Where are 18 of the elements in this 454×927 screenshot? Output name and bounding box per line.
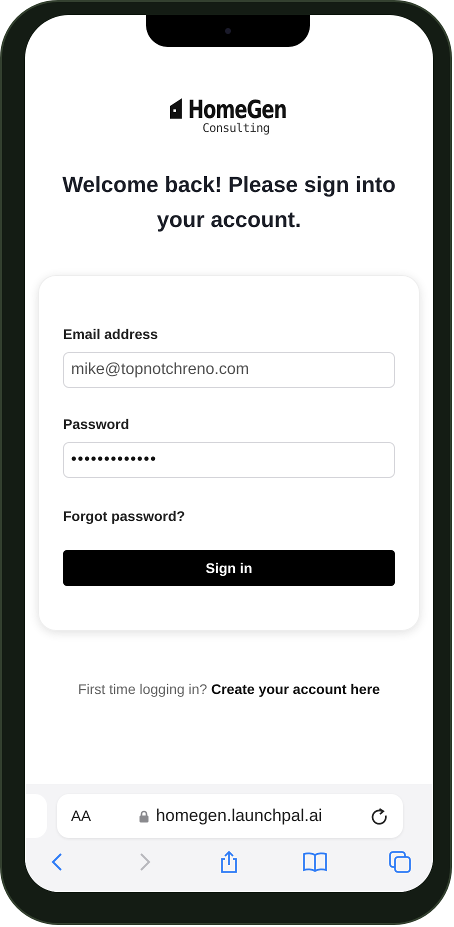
lock-icon <box>138 810 149 822</box>
url-text: homegen.launchpal.ai <box>156 806 322 826</box>
tabs-icon[interactable] <box>387 850 413 874</box>
create-account-prompt: First time logging in? Create your account here <box>78 681 380 697</box>
book-icon[interactable] <box>302 850 328 874</box>
field-label: Email address <box>63 326 159 342</box>
logo-name: HomeGen <box>188 97 286 123</box>
address-bar[interactable]: AA homegen.launchpal.ai <box>57 794 403 838</box>
page-heading: Welcome back! Please sign into your account. <box>61 171 397 234</box>
reload-icon[interactable] <box>370 806 389 826</box>
text-size-button[interactable]: AA <box>71 808 92 824</box>
create-account-link[interactable]: Create your account here <box>211 681 380 697</box>
sign-in-button[interactable]: Sign in <box>63 550 395 586</box>
logo-tagline: Consulting <box>202 121 270 135</box>
forgot-password-link[interactable]: Forgot password? <box>63 508 186 524</box>
password-field[interactable]: ••••••••••••• <box>63 442 395 478</box>
field-label: Password <box>63 416 130 432</box>
email-field[interactable]: mike@topnotchreno.com <box>63 352 395 388</box>
